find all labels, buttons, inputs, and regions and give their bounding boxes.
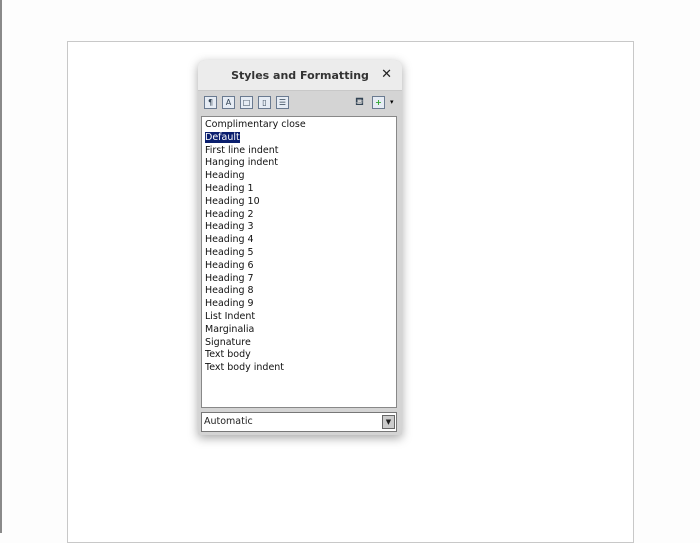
- close-icon[interactable]: ✕: [381, 67, 392, 82]
- style-list-item[interactable]: Heading 5: [202, 247, 396, 260]
- style-list-item-label: Text body indent: [205, 362, 285, 374]
- style-list-item-label: First line indent: [205, 144, 279, 156]
- window-edge: [0, 0, 2, 533]
- style-list-item-label: Heading 4: [205, 234, 254, 246]
- style-list-item[interactable]: Text body indent: [202, 362, 396, 375]
- style-list-item-label: Heading: [205, 170, 245, 182]
- style-list-item-label: Heading 7: [205, 272, 254, 284]
- style-list-item-label: Heading 10: [205, 195, 260, 207]
- style-list-item-label: Default: [205, 131, 240, 143]
- style-list-item-label: Heading 9: [205, 298, 254, 310]
- style-list-item[interactable]: Complimentary close: [202, 119, 396, 132]
- styles-and-formatting-dialog: Styles and Formatting ✕ ¶ A □ ▯ ☰ ⛾ + ▾ Comp…: [198, 60, 402, 435]
- style-list-item[interactable]: Hanging indent: [202, 157, 396, 170]
- style-list-item-label: Heading 8: [205, 285, 254, 297]
- styles-list[interactable]: Complimentary close Default First line ind…: [201, 116, 397, 408]
- fill-format-mode-icon[interactable]: ⛾: [353, 96, 366, 109]
- style-list-item-label: Marginalia: [205, 323, 255, 335]
- style-list-item-label: Heading 3: [205, 221, 254, 233]
- style-list-item[interactable]: Heading 10: [202, 196, 396, 209]
- dialog-title: Styles and Formatting: [231, 69, 369, 82]
- style-filter-select[interactable]: Automatic ▼: [201, 412, 397, 432]
- style-list-item-label: Heading 1: [205, 182, 254, 194]
- style-list-item[interactable]: Heading 7: [202, 273, 396, 286]
- style-list-item[interactable]: Text body: [202, 349, 396, 362]
- style-list-item-label: List Indent: [205, 310, 256, 322]
- style-list-item-label: Complimentary close: [205, 119, 306, 130]
- style-list-item[interactable]: Heading 6: [202, 260, 396, 273]
- style-list-item[interactable]: Default: [202, 131, 396, 145]
- style-list-item-label: Signature: [205, 336, 251, 348]
- style-list-item[interactable]: List Indent: [202, 311, 396, 324]
- chevron-down-icon[interactable]: ▾: [390, 98, 394, 106]
- page-styles-icon[interactable]: ▯: [258, 96, 271, 109]
- new-style-from-selection-icon[interactable]: +: [372, 96, 385, 109]
- style-list-item-label: Heading 2: [205, 208, 254, 220]
- style-list-item[interactable]: Heading 2: [202, 209, 396, 222]
- style-list-item[interactable]: Heading 3: [202, 221, 396, 234]
- style-list-item[interactable]: Heading 4: [202, 234, 396, 247]
- paragraph-styles-icon[interactable]: ¶: [204, 96, 217, 109]
- style-list-item[interactable]: Marginalia: [202, 324, 396, 337]
- style-list-item[interactable]: First line indent: [202, 145, 396, 158]
- style-list-item-label: Heading 6: [205, 259, 254, 271]
- style-list-item[interactable]: Heading 9: [202, 298, 396, 311]
- style-list-item-label: Heading 5: [205, 246, 254, 258]
- style-list-item[interactable]: Heading 8: [202, 285, 396, 298]
- dialog-titlebar[interactable]: Styles and Formatting ✕: [198, 60, 402, 91]
- style-list-item[interactable]: Heading: [202, 170, 396, 183]
- style-filter-value: Automatic: [204, 416, 253, 427]
- list-styles-icon[interactable]: ☰: [276, 96, 289, 109]
- character-styles-icon[interactable]: A: [222, 96, 235, 109]
- style-list-item-label: Text body: [205, 349, 251, 361]
- frame-styles-icon[interactable]: □: [240, 96, 253, 109]
- style-list-item[interactable]: Heading 1: [202, 183, 396, 196]
- dropdown-arrow-icon[interactable]: ▼: [382, 415, 395, 429]
- style-list-item[interactable]: Signature: [202, 337, 396, 350]
- style-list-item-label: Hanging indent: [205, 157, 279, 169]
